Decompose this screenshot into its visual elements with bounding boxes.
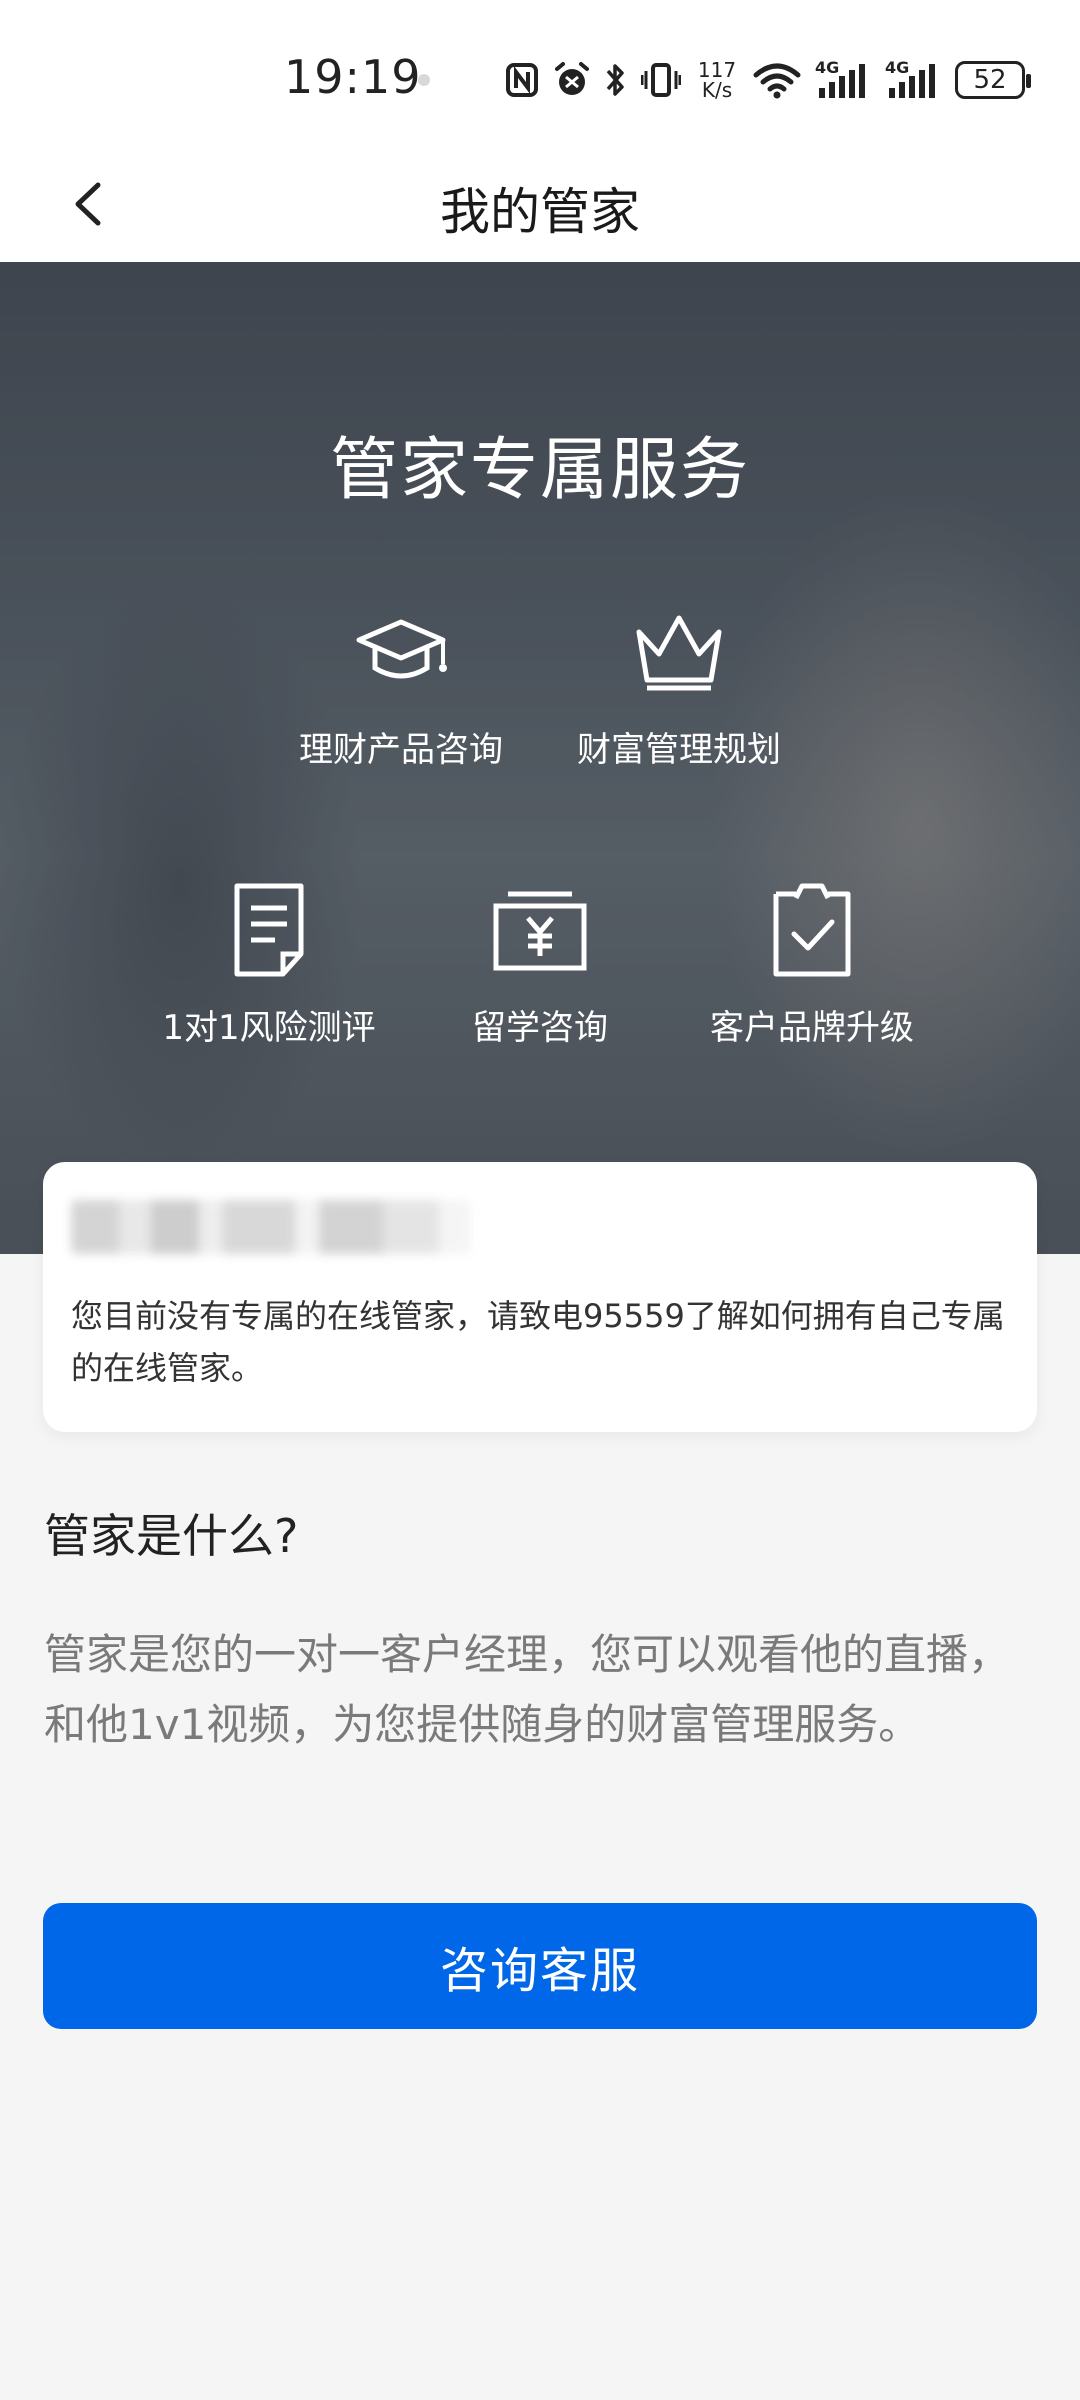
feature-brand-upgrade[interactable]: 客户品牌升级: [677, 880, 947, 1049]
feature-risk-assessment[interactable]: 1对1风险测评: [134, 880, 404, 1049]
speed-unit: K/s: [701, 78, 733, 102]
hero-banner: 管家专属服务 理财产品咨询 财富管理规划 1对1风险测评 留学咨询 客户品牌升级: [0, 262, 1080, 1254]
network-type-2: 4G: [885, 58, 910, 77]
section-title: 管家是什么?: [44, 1509, 299, 1563]
signal-icon-2: 4G: [885, 58, 941, 100]
feature-wealth-planning[interactable]: 财富管理规划: [544, 602, 814, 771]
vibrate-icon: [641, 61, 681, 99]
clipboard-check-icon: [762, 880, 862, 980]
alarm-icon: [553, 61, 591, 99]
signal-icon: 4G: [815, 58, 871, 100]
notification-dot: [418, 74, 430, 86]
feature-wealth-consult[interactable]: 理财产品咨询: [266, 602, 536, 771]
feature-label: 客户品牌升级: [710, 1008, 914, 1048]
notice-card: 您目前没有专属的在线管家，请致电95559了解如何拥有自己专属的在线管家。: [43, 1162, 1037, 1432]
battery-level: 52: [973, 65, 1007, 95]
feature-label: 财富管理规划: [577, 730, 781, 770]
yuan-card-icon: [490, 880, 590, 980]
feature-label: 理财产品咨询: [299, 730, 503, 770]
page-title: 我的管家: [440, 183, 640, 241]
status-time: 19:19: [284, 50, 422, 104]
hero-title: 管家专属服务: [329, 431, 750, 510]
document-icon: [219, 880, 319, 980]
battery-icon: 52: [955, 61, 1031, 99]
consult-service-button[interactable]: 咨询客服: [43, 1903, 1037, 2029]
feature-label: 1对1风险测评: [162, 1008, 376, 1048]
notice-text: 您目前没有专属的在线管家，请致电95559了解如何拥有自己专属的在线管家。: [71, 1297, 1005, 1387]
network-type-1: 4G: [815, 58, 840, 77]
feature-study-abroad[interactable]: 留学咨询: [405, 880, 675, 1049]
graduation-cap-icon: [351, 602, 451, 702]
wifi-icon: [753, 61, 801, 99]
blurred-user-name: [71, 1200, 471, 1254]
bluetooth-icon: [605, 61, 627, 99]
network-speed: 117 K/s: [695, 60, 739, 100]
hero-overlay: [0, 262, 1080, 1254]
nav-bar: 我的管家: [0, 150, 1080, 262]
nfc-icon: [505, 62, 539, 98]
crown-icon: [629, 602, 729, 702]
feature-label: 留学咨询: [472, 1008, 608, 1048]
status-icons: 117 K/s 4G 4G 52: [505, 52, 1031, 108]
section-description: 管家是您的一对一客户经理，您可以观看他的直播，和他1v1视频，为您提供随身的财富…: [44, 1630, 1011, 1749]
status-bar: 19:19 117 K/s 4G 4G 52: [0, 0, 1080, 150]
